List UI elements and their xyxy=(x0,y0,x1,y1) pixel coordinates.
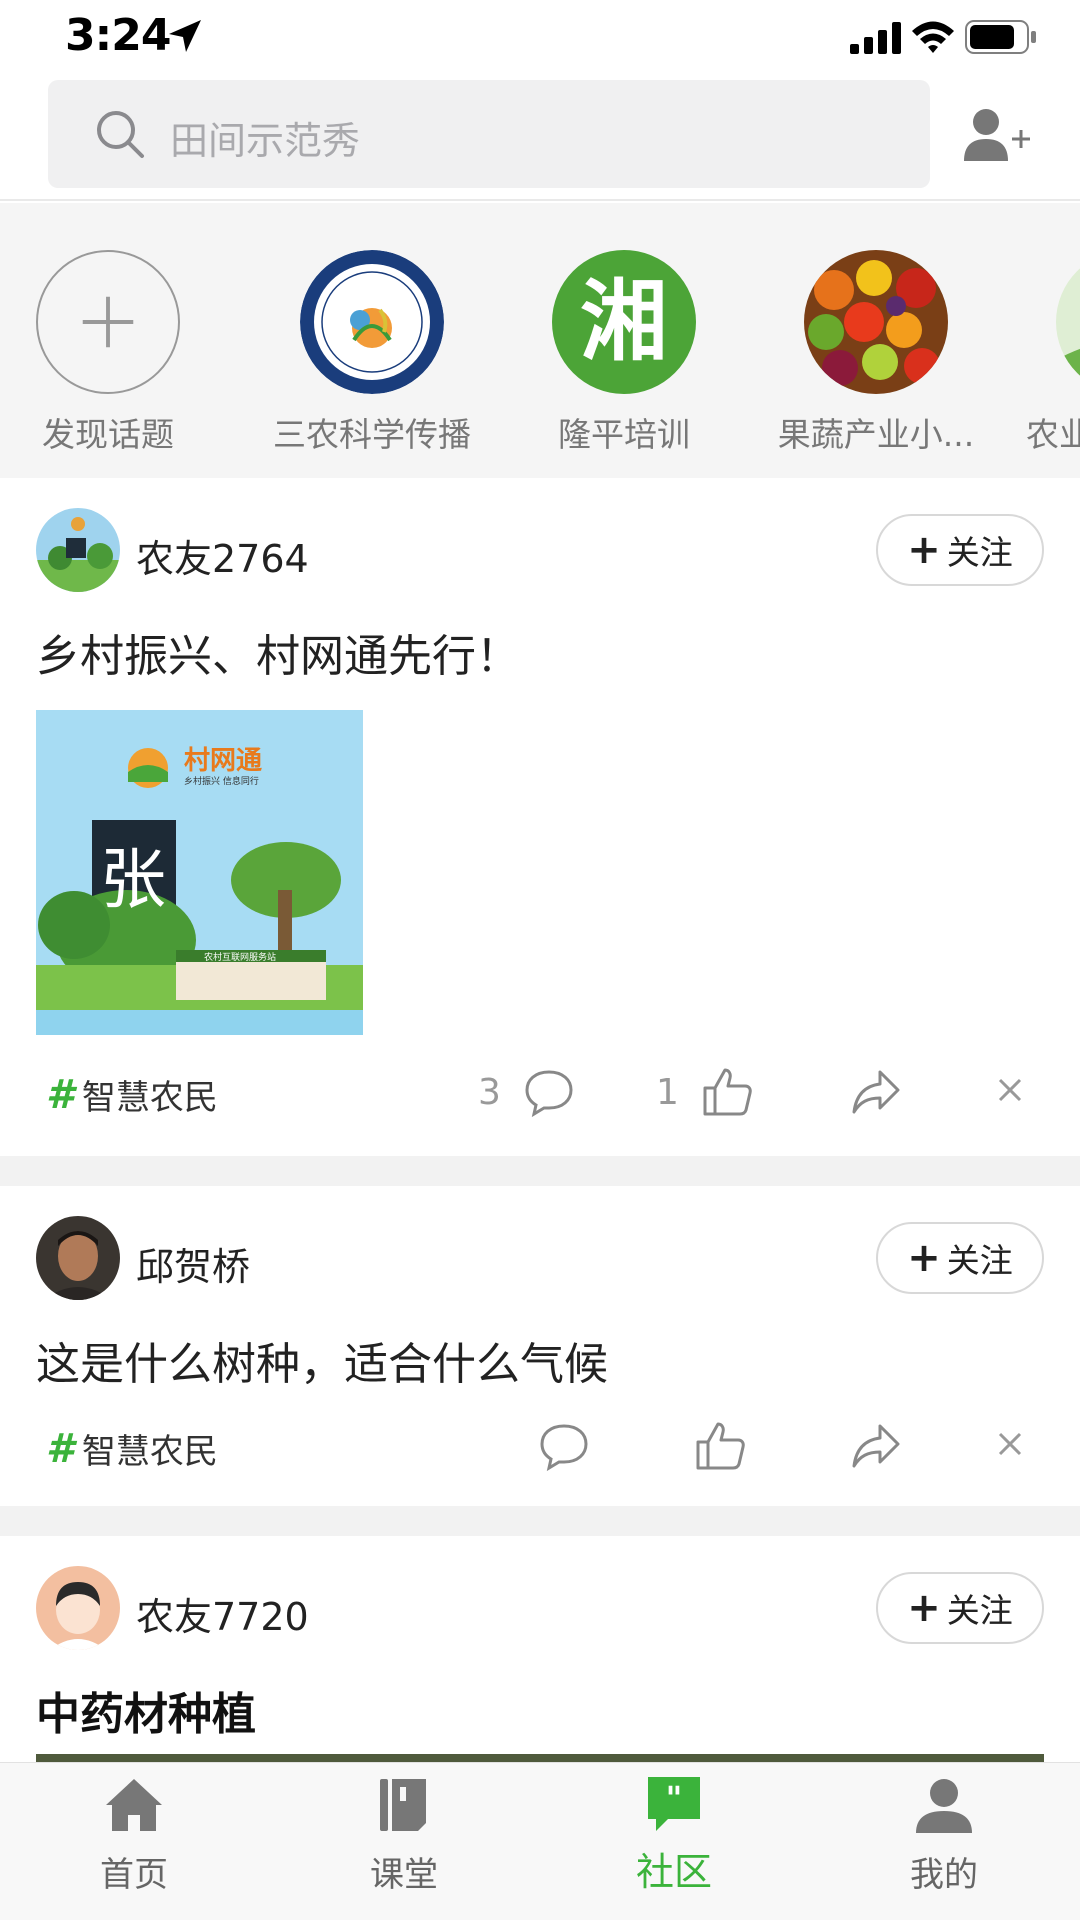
follow-label: 关注 xyxy=(946,1241,1013,1280)
thumbs-up-icon xyxy=(703,1068,752,1116)
tab-home[interactable]: 首页 xyxy=(34,1773,234,1896)
tab-label: 社区 xyxy=(635,1850,712,1894)
follow-button[interactable]: + 关注 xyxy=(876,1572,1044,1644)
follow-button[interactable]: + 关注 xyxy=(876,1222,1044,1294)
like-button[interactable]: 1 xyxy=(656,1066,753,1118)
image-sign-text: 农村互联网服务站 xyxy=(204,953,277,963)
plus-icon xyxy=(82,296,134,348)
discover-topic-circle xyxy=(36,250,180,394)
topics-strip: 发现话题 三农科学传播 湘 隆平培训 果蔬产业小... 农业 xyxy=(0,203,1080,478)
tab-community[interactable]: " 社区 xyxy=(574,1773,774,1896)
tab-label: 我的 xyxy=(910,1855,978,1895)
profile-icon xyxy=(916,1779,972,1833)
follow-label: 关注 xyxy=(946,533,1013,572)
battery-icon xyxy=(965,20,1036,54)
hashtag-icon: # xyxy=(46,1071,74,1118)
comment-count: 3 xyxy=(478,1071,501,1113)
post-text: 乡村振兴、村网通先行！ xyxy=(36,631,520,682)
sannong-logo xyxy=(300,250,444,394)
post-card[interactable]: 农友7720 + 关注 中药材种植 xyxy=(0,1536,1080,1762)
comment-icon xyxy=(540,1424,588,1472)
follow-button[interactable]: + 关注 xyxy=(876,514,1044,586)
username[interactable]: 农友7720 xyxy=(136,1586,309,1641)
share-button[interactable] xyxy=(850,1420,902,1472)
image-slogan-text: 乡村振兴 信息同行 xyxy=(184,777,259,787)
like-count: 1 xyxy=(656,1071,679,1113)
plus-icon: + xyxy=(907,527,941,573)
username[interactable]: 邱贺桥 xyxy=(136,1236,250,1291)
follow-label: 关注 xyxy=(946,1591,1013,1630)
image-brand-text: 村网通 xyxy=(184,746,263,776)
search-icon xyxy=(97,111,144,158)
thumbs-up-icon xyxy=(696,1422,745,1470)
topic-discover[interactable]: 发现话题 xyxy=(8,250,208,456)
share-icon xyxy=(852,1070,900,1114)
svg-text:": " xyxy=(666,1779,683,1817)
tab-label: 课堂 xyxy=(370,1855,438,1895)
post-title: 中药材种植 xyxy=(36,1689,256,1740)
comment-button[interactable] xyxy=(538,1420,590,1472)
topic-label: 果蔬产业小... xyxy=(777,415,975,454)
add-friend-icon[interactable] xyxy=(962,105,1032,165)
share-icon xyxy=(852,1424,900,1468)
search-header: 田间示范秀 xyxy=(0,75,1080,201)
dismiss-button[interactable] xyxy=(990,1424,1030,1464)
topic-tag[interactable]: # 智慧农民 xyxy=(46,1424,218,1473)
topic-label: 农业 xyxy=(1026,415,1080,454)
status-time: 3:24 xyxy=(65,10,171,61)
longping-glyph: 湘 xyxy=(579,270,668,373)
bottom-tab-bar: 首页 课堂 " 社区 我的 xyxy=(0,1762,1080,1920)
username[interactable]: 农友2764 xyxy=(136,528,309,583)
fruit-vegetable-image xyxy=(804,250,948,394)
post-card[interactable]: 邱贺桥 + 关注 这是什么树种，适合什么气候 # 智慧农民 xyxy=(0,1186,1080,1506)
topic-label: 发现话题 xyxy=(42,415,174,454)
share-button[interactable] xyxy=(850,1066,902,1118)
post-image[interactable] xyxy=(36,1754,1044,1762)
feed-divider xyxy=(0,1156,1080,1186)
community-chat-icon: " xyxy=(648,1777,700,1831)
post-image[interactable]: 村网通 乡村振兴 信息同行 张 农村互联网服务站 xyxy=(36,710,363,1035)
topic-longping[interactable]: 湘 隆平培训 xyxy=(524,250,724,456)
close-icon xyxy=(998,1432,1022,1456)
dismiss-button[interactable] xyxy=(990,1070,1030,1110)
search-placeholder: 田间示范秀 xyxy=(170,119,361,163)
tab-label: 首页 xyxy=(100,1855,168,1895)
like-button[interactable] xyxy=(694,1420,746,1472)
post-text: 这是什么树种，适合什么气候 xyxy=(36,1339,608,1390)
close-icon xyxy=(998,1078,1022,1102)
tab-profile[interactable]: 我的 xyxy=(844,1773,1044,1896)
plus-icon: + xyxy=(907,1235,941,1281)
search-input[interactable]: 田间示范秀 xyxy=(48,80,930,188)
tag-label: 智慧农民 xyxy=(81,1078,218,1118)
feed-divider xyxy=(0,1506,1080,1536)
topic-sannong[interactable]: 三农科学传播 xyxy=(272,250,472,456)
hashtag-icon: # xyxy=(46,1425,74,1472)
topic-agriculture[interactable]: 农业 xyxy=(1004,250,1080,456)
location-arrow-icon xyxy=(169,20,201,52)
status-bar: 3:24 xyxy=(0,0,1080,75)
comment-button[interactable]: 3 xyxy=(478,1066,575,1118)
plus-icon: + xyxy=(907,1585,941,1631)
topic-label: 三农科学传播 xyxy=(273,415,471,454)
user-avatar[interactable] xyxy=(36,1566,120,1650)
topic-tag[interactable]: # 智慧农民 xyxy=(46,1070,218,1119)
post-card[interactable]: 农友2764 + 关注 乡村振兴、村网通先行！ 村网通 乡村振兴 信息同行 张 … xyxy=(0,480,1080,1155)
image-calligraphy-char: 张 xyxy=(100,841,166,918)
topic-fruit-veg[interactable]: 果蔬产业小... xyxy=(776,250,976,456)
comment-icon xyxy=(525,1070,573,1118)
user-avatar[interactable] xyxy=(36,508,120,592)
agriculture-logo xyxy=(1056,250,1080,394)
longping-logo: 湘 xyxy=(552,250,696,394)
home-icon xyxy=(106,1779,162,1831)
topic-label: 隆平培训 xyxy=(558,415,690,454)
user-avatar[interactable] xyxy=(36,1216,120,1300)
wifi-icon xyxy=(912,21,954,53)
tag-label: 智慧农民 xyxy=(81,1432,218,1472)
tab-classroom[interactable]: 课堂 xyxy=(304,1773,504,1896)
cellular-signal-icon xyxy=(850,22,901,54)
book-icon xyxy=(380,1779,426,1831)
